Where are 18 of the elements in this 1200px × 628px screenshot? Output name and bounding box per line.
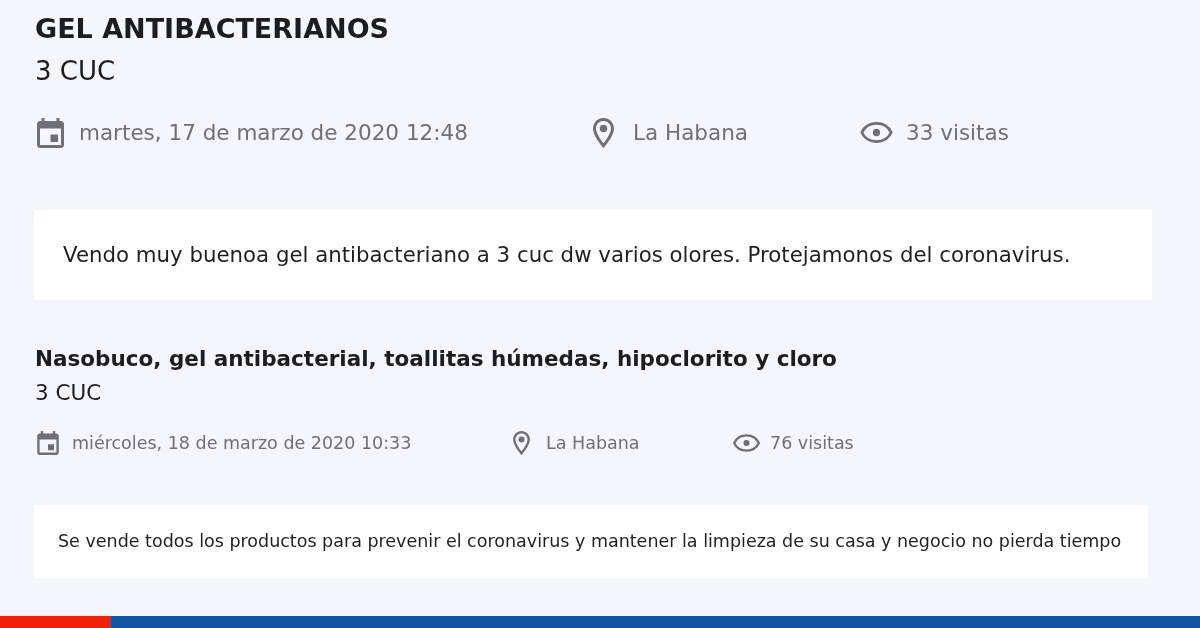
- calendar-icon: [37, 117, 64, 148]
- location-pin-icon: [513, 431, 530, 456]
- price-text: 3 CUC: [35, 56, 116, 88]
- price-text: 3 CUC: [35, 380, 102, 407]
- eye-icon: [860, 122, 893, 144]
- views-count: 33 visitas: [906, 119, 1009, 146]
- listing-title: Nasobuco, gel antibacterial, toallitas húmedas, hipoclorito y cloro: [35, 345, 837, 372]
- views-count: 76 visitas: [770, 432, 854, 454]
- listing-title: GEL ANTIBACTERIANOS: [35, 13, 390, 46]
- date-text: martes, 17 de marzo de 2020 12:48: [79, 119, 468, 146]
- location-pin-icon: [593, 117, 614, 148]
- description-text: Se vende todos los productos para prevenir el coronavirus y mantener la limpieza de su casa y negocio no pierda tiempo: [58, 531, 1122, 553]
- calendar-icon: [37, 431, 59, 456]
- date-text: miércoles, 18 de marzo de 2020 10:33: [72, 432, 412, 454]
- location-text: La Habana: [633, 119, 748, 146]
- location-text: La Habana: [546, 432, 640, 454]
- eye-icon: [733, 434, 760, 453]
- description-text: Vendo muy buenoa gel antibacteriano a 3 cuc dw varios olores. Protejamonos del coronavirus.: [63, 241, 1071, 268]
